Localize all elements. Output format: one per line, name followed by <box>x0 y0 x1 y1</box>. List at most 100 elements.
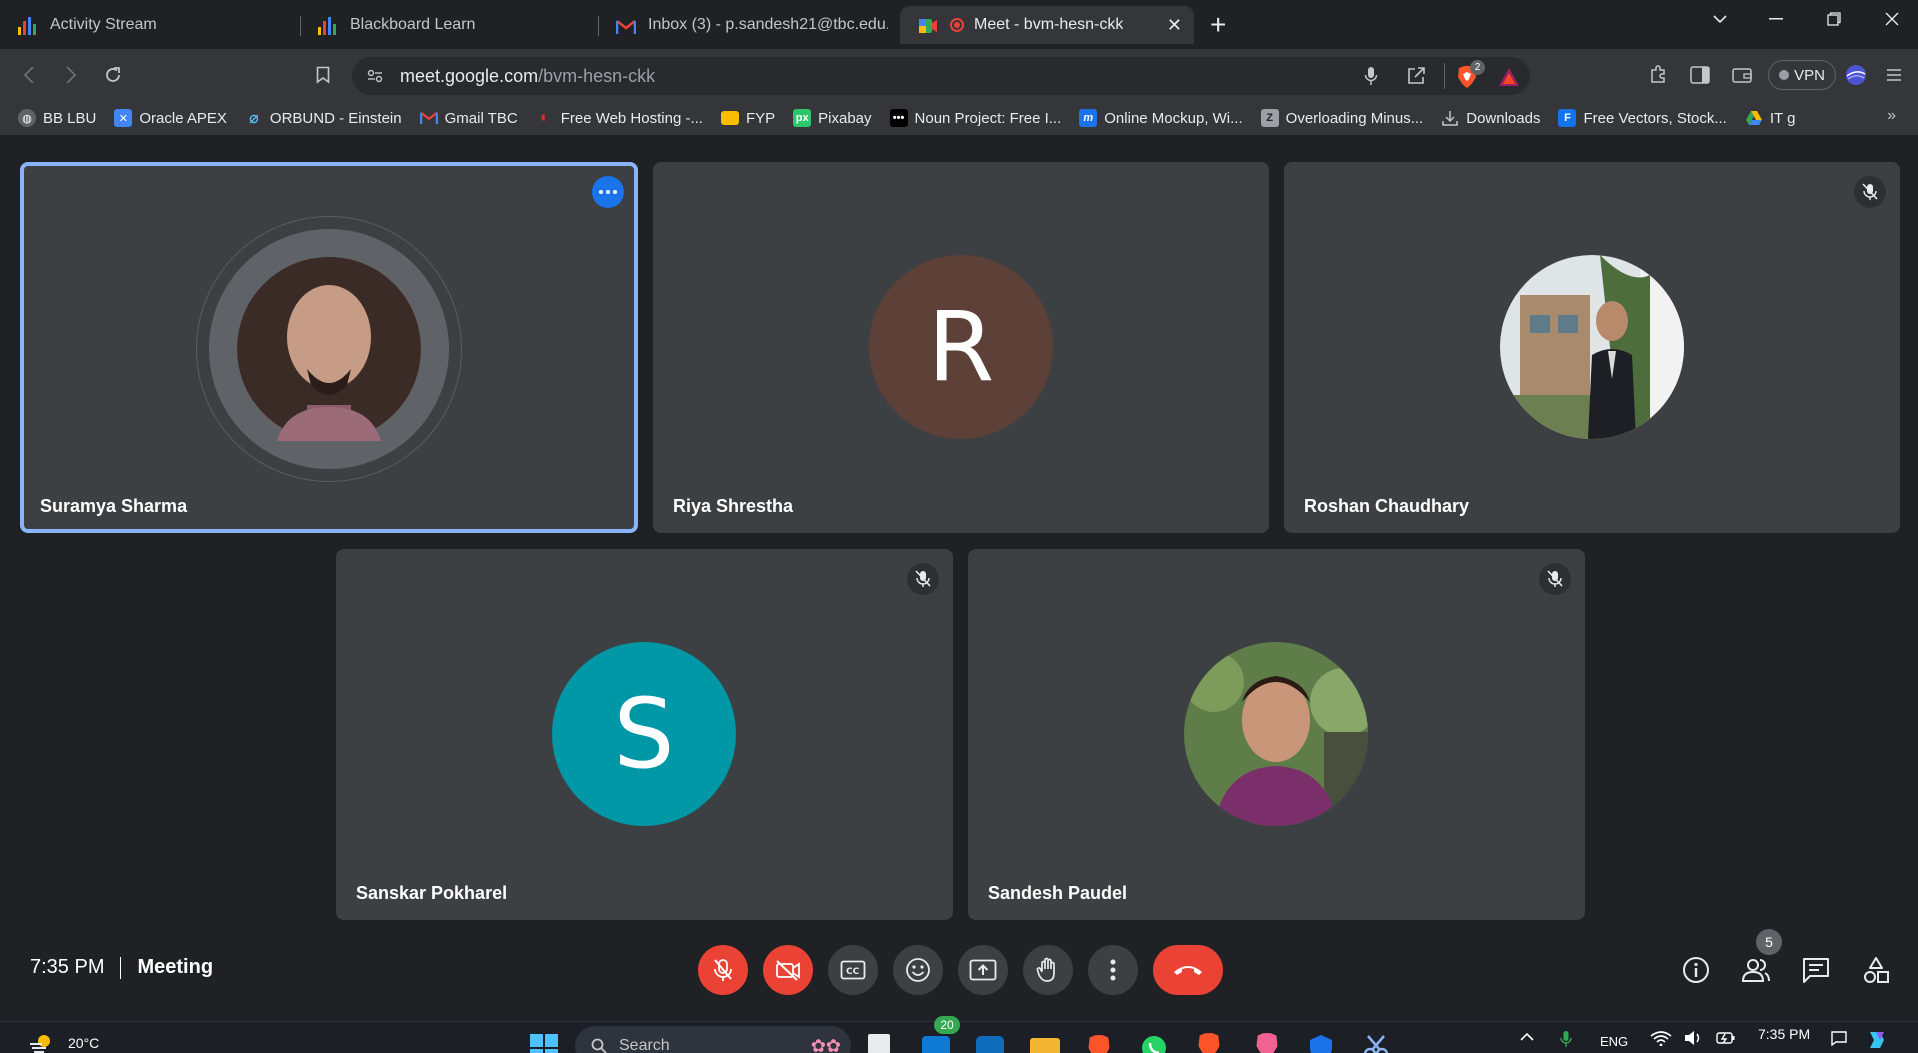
tab-meet[interactable]: Meet - bvm-hesn-ckk ✕ <box>900 6 1194 44</box>
wallet-icon[interactable] <box>1728 61 1756 89</box>
weather-widget[interactable]: 20°C <box>28 1032 99 1053</box>
new-tab-icon[interactable]: + <box>1210 9 1226 41</box>
tab-blackboard[interactable]: Blackboard Learn <box>300 7 598 43</box>
notification-center-icon[interactable] <box>1830 1030 1848 1049</box>
show-hidden-icons-icon[interactable] <box>1520 1030 1534 1045</box>
windows-start-icon[interactable] <box>530 1034 558 1053</box>
orbund-icon: ⌀ <box>249 110 259 127</box>
vpn-button[interactable]: VPN <box>1768 60 1836 90</box>
brave-profile-icon[interactable] <box>1254 1032 1282 1053</box>
microphone-tray-icon[interactable] <box>1560 1030 1572 1051</box>
sidebar-icon[interactable] <box>1686 61 1714 89</box>
blackboard-icon <box>318 15 338 35</box>
volume-icon[interactable] <box>1684 1030 1704 1049</box>
extensions-icon[interactable] <box>1644 61 1672 89</box>
close-tab-icon[interactable]: ✕ <box>1167 15 1182 36</box>
bookmark-label: Free Vectors, Stock... <box>1583 109 1727 127</box>
participant-avatar <box>1184 642 1368 826</box>
microphone-icon[interactable] <box>1364 66 1378 91</box>
bookmark-item[interactable]: ••• Noun Project: Free I... <box>889 109 1061 127</box>
captions-button[interactable]: CC <box>828 945 878 995</box>
noun-icon: ••• <box>889 109 908 127</box>
reload-icon[interactable] <box>98 61 128 89</box>
bookmark-item[interactable]: px Pixabay <box>793 109 872 127</box>
wifi-icon[interactable] <box>1650 1030 1672 1049</box>
tab-search-chevron-icon[interactable] <box>1700 6 1740 32</box>
reactions-button[interactable] <box>893 945 943 995</box>
participant-tile[interactable]: Suramya Sharma <box>20 162 638 533</box>
forward-icon[interactable] <box>56 61 86 89</box>
snipping-tool-icon[interactable] <box>1362 1034 1390 1053</box>
bookmark-item[interactable]: FYP <box>720 110 775 127</box>
bookmark-item[interactable]: Downloads <box>1441 109 1540 127</box>
leave-call-button[interactable] <box>1153 945 1223 995</box>
more-bookmarks-icon[interactable]: » <box>1887 107 1896 125</box>
bookmark-item[interactable]: F Free Vectors, Stock... <box>1558 109 1727 127</box>
battery-icon[interactable] <box>1716 1030 1736 1049</box>
brave-browser-icon[interactable] <box>1086 1034 1114 1053</box>
closed-captions-icon: CC <box>840 960 866 980</box>
widgets-app-icon[interactable] <box>922 1036 950 1053</box>
chat-button[interactable] <box>1796 950 1836 990</box>
brave-news-icon[interactable] <box>1842 61 1870 89</box>
browser-toolbar: meet.google.com/bvm-hesn-ckk 2 VPN <box>0 49 1918 101</box>
url-text: meet.google.com/bvm-hesn-ckk <box>400 66 655 87</box>
activities-button[interactable] <box>1856 950 1896 990</box>
participant-name: Suramya Sharma <box>40 496 188 516</box>
meeting-time: 7:35 PM <box>30 956 105 978</box>
back-icon[interactable] <box>14 61 44 89</box>
menu-icon[interactable] <box>1880 61 1908 89</box>
vpn-app-icon[interactable] <box>1308 1034 1336 1053</box>
minimize-icon[interactable] <box>1756 6 1796 32</box>
copilot-icon[interactable] <box>1866 1030 1888 1053</box>
address-bar[interactable]: meet.google.com/bvm-hesn-ckk 2 <box>352 57 1530 95</box>
outlook-icon[interactable] <box>976 1036 1004 1053</box>
close-window-icon[interactable] <box>1872 6 1912 32</box>
participant-tile[interactable]: Roshan Chaudhary <box>1284 162 1900 533</box>
microphone-toggle-button[interactable] <box>698 945 748 995</box>
meeting-title: Meeting <box>137 956 214 978</box>
participant-tile[interactable]: Sandesh Paudel <box>968 549 1585 920</box>
bookmark-item[interactable]: Z Overloading Minus... <box>1260 109 1423 127</box>
brave-profile-icon[interactable] <box>1196 1032 1224 1053</box>
drive-icon <box>1745 109 1763 127</box>
participant-options-button[interactable] <box>592 176 624 208</box>
language-indicator[interactable]: ENG <box>1600 1034 1628 1049</box>
hand-icon <box>1036 957 1055 982</box>
task-view-icon[interactable] <box>868 1034 890 1053</box>
muted-microphone-icon <box>1854 176 1886 208</box>
bookmark-item[interactable]: IT g <box>1745 109 1795 127</box>
muted-microphone-icon <box>907 563 939 595</box>
participant-tile[interactable]: R Riya Shrestha <box>653 162 1269 533</box>
system-clock[interactable]: 7:35 PM <box>1758 1026 1810 1042</box>
info-icon <box>1683 957 1709 983</box>
participant-tile[interactable]: S Sanskar Pokharel <box>336 549 953 920</box>
raise-hand-button[interactable] <box>1023 945 1073 995</box>
bookmark-item[interactable]: ◐ Free Web Hosting -... <box>536 109 703 127</box>
tab-activity-stream[interactable]: Activity Stream <box>0 7 300 43</box>
present-screen-button[interactable] <box>958 945 1008 995</box>
bookmark-item[interactable]: Gmail TBC <box>419 109 518 127</box>
bookmark-item[interactable]: ⌀ ORBUND - Einstein <box>245 109 402 128</box>
share-icon[interactable] <box>1406 66 1426 91</box>
present-icon <box>969 959 997 981</box>
meeting-info: 7:35 PM Meeting <box>30 956 213 979</box>
meeting-details-button[interactable] <box>1676 950 1716 990</box>
site-settings-icon[interactable] <box>366 67 384 90</box>
tab-label: Inbox (3) - p.sandesh21@tbc.edu.np <box>648 16 888 33</box>
bookmark-item[interactable]: m Online Mockup, Wi... <box>1079 109 1243 127</box>
camera-toggle-button[interactable] <box>763 945 813 995</box>
taskbar-search[interactable]: Search ✿✿ <box>575 1026 851 1053</box>
file-explorer-icon[interactable] <box>1030 1038 1060 1053</box>
bookmark-item[interactable]: ◍ BB LBU <box>18 109 96 127</box>
tab-gmail-inbox[interactable]: Inbox (3) - p.sandesh21@tbc.edu.np <box>598 7 888 43</box>
restore-icon[interactable] <box>1814 6 1854 32</box>
bookmark-icon[interactable] <box>308 61 338 89</box>
whatsapp-icon[interactable] <box>1140 1034 1168 1053</box>
brave-rewards-icon[interactable] <box>1498 67 1520 92</box>
more-options-button[interactable] <box>1088 945 1138 995</box>
people-button[interactable] <box>1736 950 1776 990</box>
person-photo-icon <box>1184 642 1368 826</box>
bookmark-item[interactable]: ✕ Oracle APEX <box>114 109 227 127</box>
apex-icon: ✕ <box>114 109 133 127</box>
